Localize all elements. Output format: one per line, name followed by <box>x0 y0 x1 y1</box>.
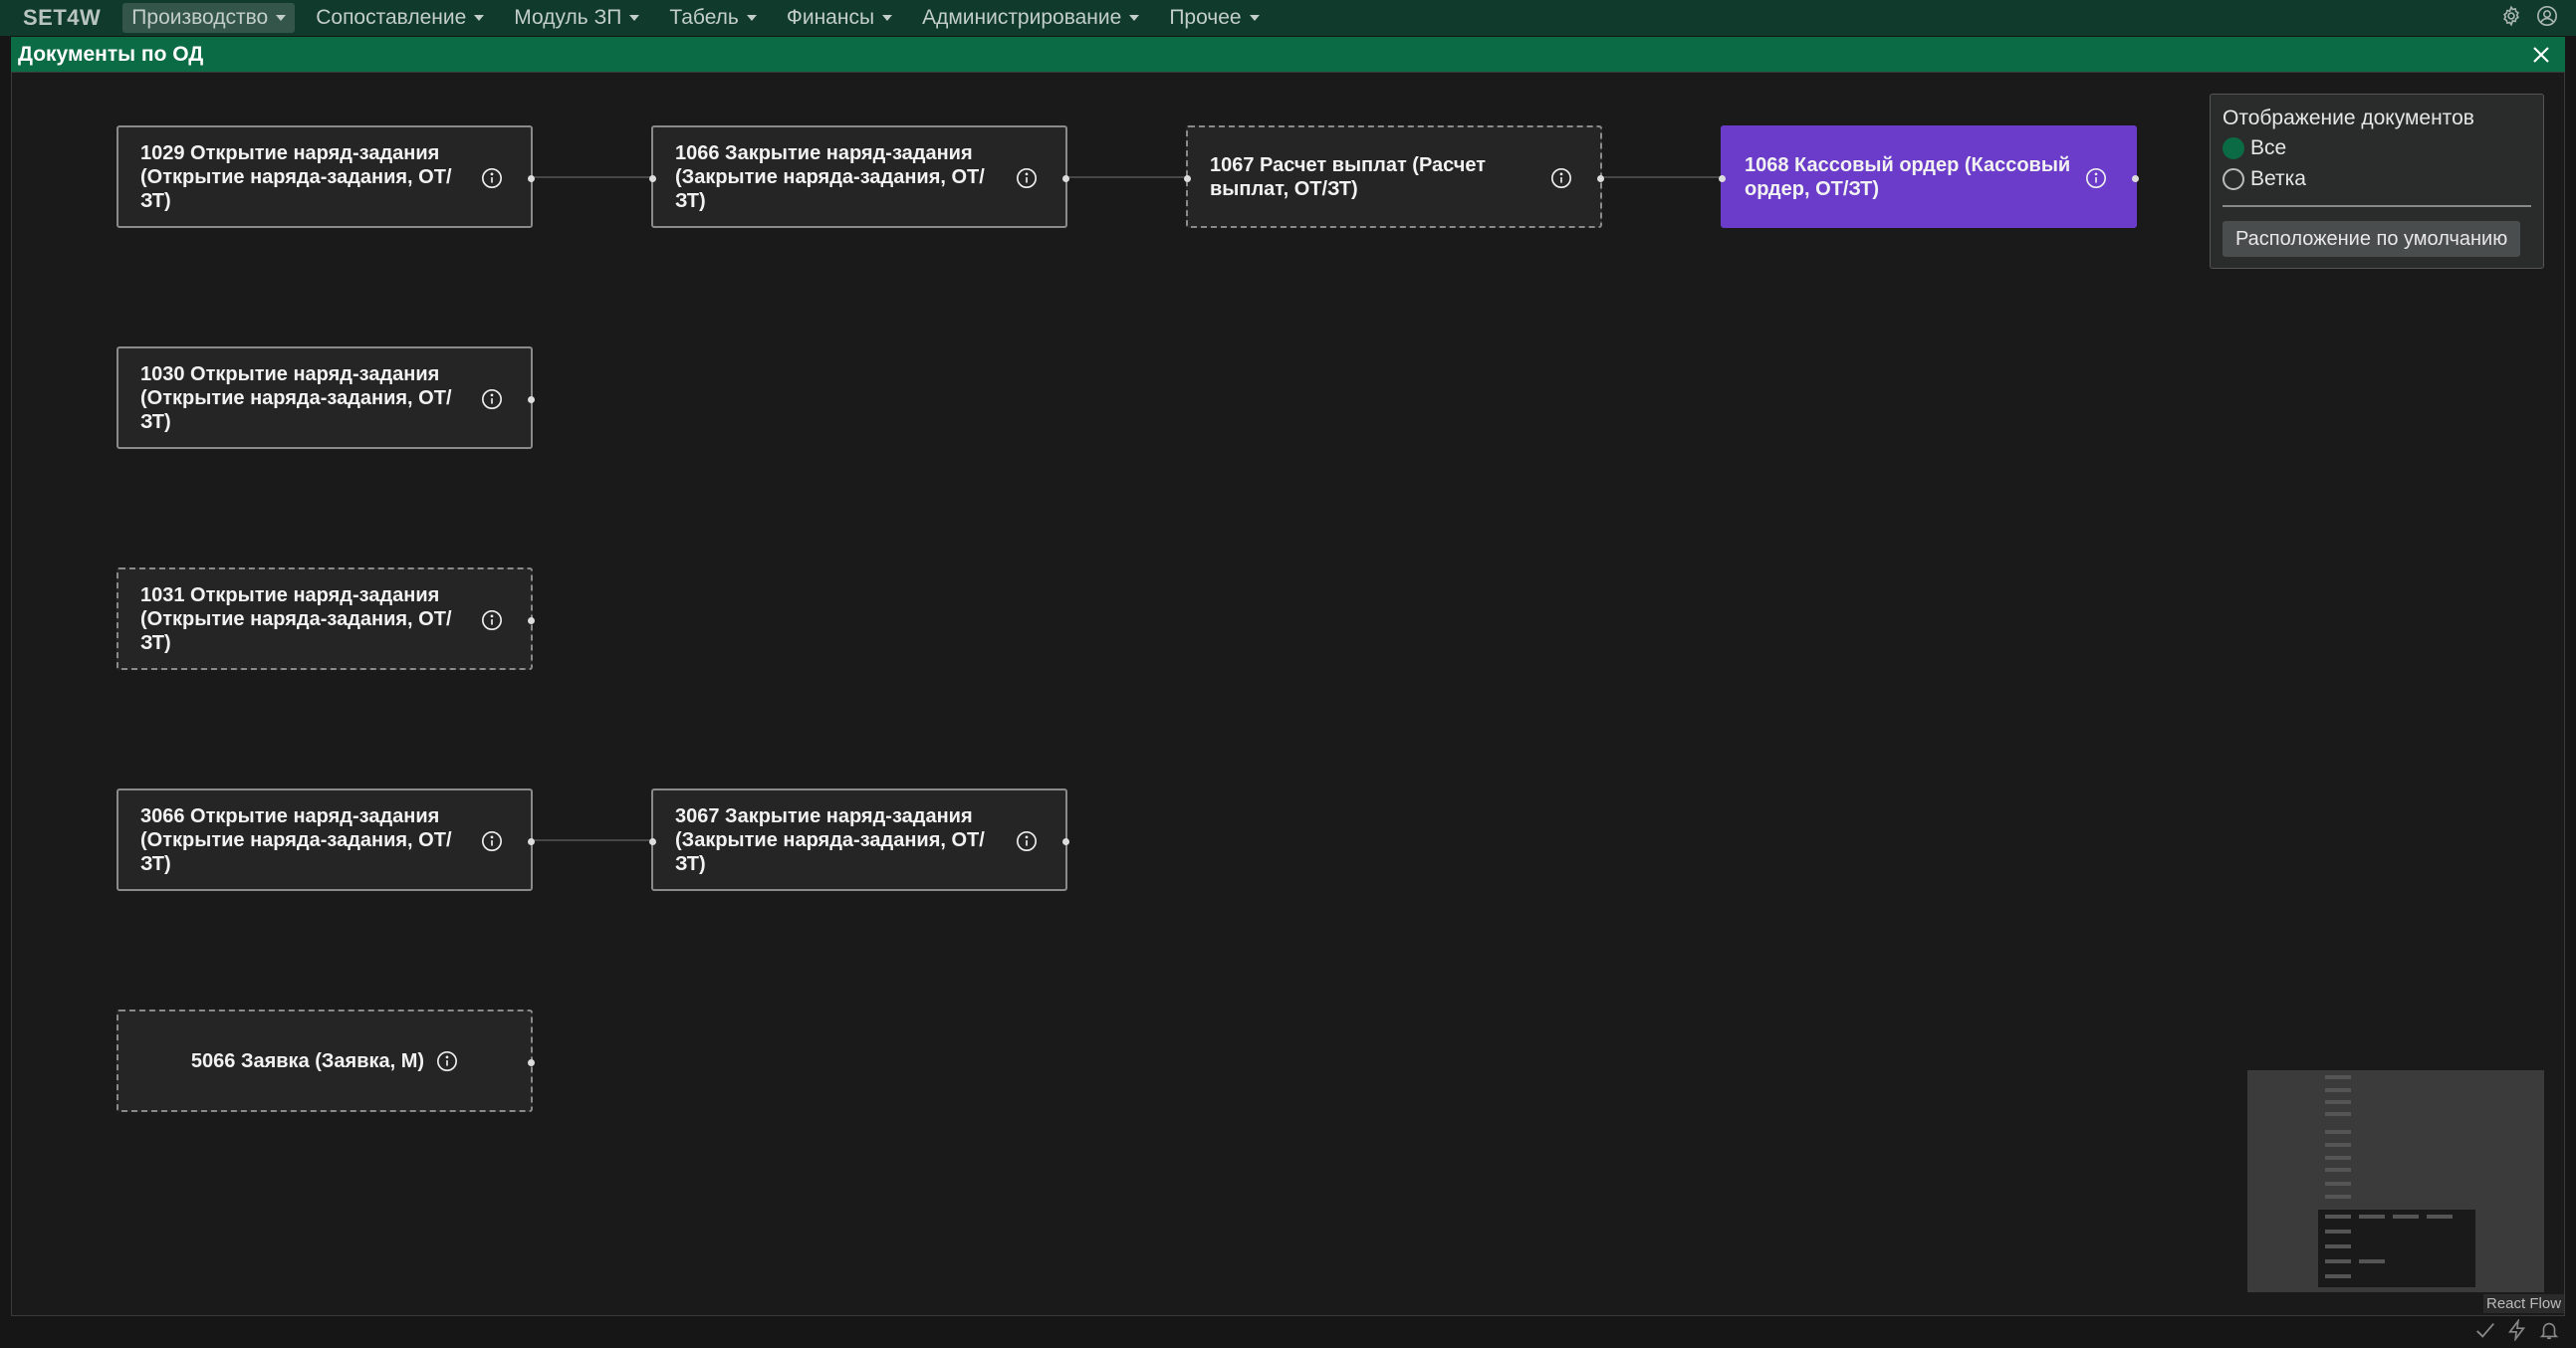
flow-canvas[interactable]: 1029 Открытие наряд-задания (Открытие на… <box>11 72 2565 1316</box>
doc-node-label: 1029 Открытие наряд-задания (Открытие на… <box>140 141 452 212</box>
info-icon[interactable] <box>481 830 503 852</box>
node-handle-left[interactable] <box>649 175 656 182</box>
doc-node-1029[interactable]: 1029 Открытие наряд-задания (Открытие на… <box>117 125 535 228</box>
react-flow-attribution[interactable]: React Flow <box>2483 1294 2565 1313</box>
panel-title: Отображение документов <box>2223 107 2474 129</box>
doc-node-label: 1068 Кассовый ордер (Кассовый ордер, ОТ/… <box>1745 153 2071 200</box>
menu-matching[interactable]: Сопоставление <box>307 3 493 33</box>
bell-icon[interactable] <box>2538 1319 2560 1346</box>
info-icon[interactable] <box>481 609 503 631</box>
status-icons <box>2474 1317 2560 1346</box>
node-handle-right[interactable] <box>528 617 535 624</box>
edges-layer <box>533 176 1722 841</box>
display-options-panel: Отображение документов Все Ветка Располо… <box>2210 94 2544 269</box>
top-navbar: SET4W Производство Сопоставление Модуль … <box>0 0 2576 36</box>
chevron-down-icon <box>1249 15 1260 21</box>
menu-other-label: Прочее <box>1169 6 1242 29</box>
menu-admin-label: Администрирование <box>922 6 1122 29</box>
doc-node-label: 1030 Открытие наряд-задания (Открытие на… <box>140 362 452 433</box>
doc-node-1031[interactable]: 1031 Открытие наряд-задания (Открытие на… <box>117 567 535 670</box>
radio-option-branch[interactable]: Ветка <box>2223 167 2306 191</box>
doc-node-1068[interactable]: 1068 Кассовый ордер (Кассовый ордер, ОТ/… <box>1719 125 2139 228</box>
modal-title: Документы по ОД <box>18 42 204 66</box>
node-handle-right[interactable] <box>1062 838 1069 845</box>
reset-layout-button[interactable]: Расположение по умолчанию <box>2223 221 2521 257</box>
info-icon[interactable] <box>481 167 503 189</box>
node-handle-right[interactable] <box>528 838 535 845</box>
node-handle-left[interactable] <box>649 838 656 845</box>
brand-logo[interactable]: SET4W <box>23 5 101 31</box>
info-icon[interactable] <box>2085 167 2107 189</box>
panel-divider <box>2223 205 2531 207</box>
radio-label: Ветка <box>2250 167 2306 190</box>
node-handle-right[interactable] <box>1062 175 1069 182</box>
radio-label: Все <box>2250 136 2287 159</box>
minimap-graphic <box>2318 1075 2475 1287</box>
node-handle-left[interactable] <box>1719 175 1726 182</box>
doc-node-label: 1067 Расчет выплат (Расчет выплат, ОТ/ЗТ… <box>1210 153 1487 200</box>
doc-node-label: 5066 Заявка (Заявка, М) <box>190 1049 425 1072</box>
user-circle-icon[interactable] <box>2536 5 2558 32</box>
doc-node-5066[interactable]: 5066 Заявка (Заявка, М) <box>117 1010 535 1112</box>
modal-header: Документы по ОД <box>11 37 2565 72</box>
doc-node-1030[interactable]: 1030 Открытие наряд-задания (Открытие на… <box>117 346 535 449</box>
chevron-down-icon <box>746 15 757 21</box>
chevron-down-icon <box>276 15 287 21</box>
menu-production-label: Производство <box>131 6 269 29</box>
doc-node-label: 3066 Открытие наряд-задания (Открытие на… <box>140 804 452 875</box>
minimap[interactable] <box>2247 1070 2544 1292</box>
node-handle-left[interactable] <box>1184 175 1191 182</box>
node-handle-right[interactable] <box>1597 175 1604 182</box>
doc-node-label: 3067 Закрытие наряд-задания (Закрытие на… <box>675 804 985 875</box>
gear-icon[interactable] <box>2500 5 2522 32</box>
info-icon[interactable] <box>1550 167 1572 189</box>
menu-finance-label: Финансы <box>786 6 875 29</box>
doc-node-label: 1031 Открытие наряд-задания (Открытие на… <box>140 583 452 654</box>
menu-salary-label: Модуль ЗП <box>514 6 622 29</box>
node-handle-right[interactable] <box>528 396 535 403</box>
doc-node-1066[interactable]: 1066 Закрытие наряд-задания (Закрытие на… <box>649 125 1069 228</box>
chevron-down-icon <box>882 15 893 21</box>
radio-option-all[interactable]: Все <box>2223 136 2286 160</box>
info-icon[interactable] <box>436 1050 458 1072</box>
info-icon[interactable] <box>1016 167 1038 189</box>
node-handle-right[interactable] <box>2132 175 2139 182</box>
menu-matching-label: Сопоставление <box>316 6 467 29</box>
doc-node-3067[interactable]: 3067 Закрытие наряд-задания (Закрытие на… <box>649 788 1069 891</box>
lightning-icon[interactable] <box>2506 1317 2528 1346</box>
menu-timesheet-label: Табель <box>669 6 739 29</box>
node-handle-right[interactable] <box>528 1059 535 1066</box>
menu-finance[interactable]: Финансы <box>778 3 901 33</box>
check-icon[interactable] <box>2474 1319 2496 1346</box>
radio-button[interactable] <box>2223 168 2244 190</box>
chevron-down-icon <box>474 15 485 21</box>
node-handle-right[interactable] <box>528 175 535 182</box>
menu-salary-module[interactable]: Модуль ЗП <box>505 3 648 33</box>
menu-production[interactable]: Производство <box>122 3 296 33</box>
menu-other[interactable]: Прочее <box>1160 3 1268 33</box>
chevron-down-icon <box>629 15 640 21</box>
info-icon[interactable] <box>1016 830 1038 852</box>
menu-timesheet[interactable]: Табель <box>660 3 766 33</box>
chevron-down-icon <box>1129 15 1140 21</box>
doc-node-1067[interactable]: 1067 Расчет выплат (Расчет выплат, ОТ/ЗТ… <box>1184 125 1604 228</box>
info-icon[interactable] <box>481 388 503 410</box>
doc-node-label: 1066 Закрытие наряд-задания (Закрытие на… <box>675 141 985 212</box>
close-icon[interactable] <box>2529 43 2553 67</box>
radio-button[interactable] <box>2223 137 2244 159</box>
menu-administration[interactable]: Администрирование <box>913 3 1148 33</box>
doc-node-3066[interactable]: 3066 Открытие наряд-задания (Открытие на… <box>117 788 535 891</box>
